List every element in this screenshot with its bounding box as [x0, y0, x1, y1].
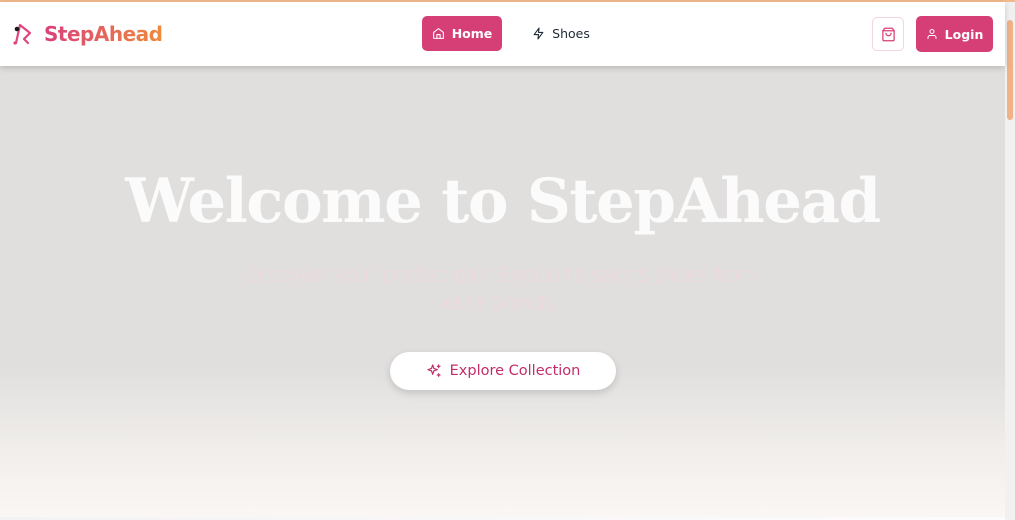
login-label: Login [944, 26, 984, 42]
home-icon [432, 28, 444, 39]
user-icon [927, 29, 937, 39]
sparkles-icon [427, 364, 441, 377]
hero-subtitle: Discover your perfect pair. Exquisite sp… [248, 265, 757, 314]
hero-section: Welcome to StepAhead Discover your perfe… [0, 66, 1005, 520]
nav-home-label: Home [451, 26, 493, 41]
shopping-bag-icon [881, 27, 895, 41]
brand-name: StepAhead [44, 22, 163, 46]
page-scrollbar[interactable] [1005, 2, 1015, 520]
scrollbar-thumb[interactable] [1007, 20, 1013, 120]
navbar: StepAhead Home Shoes Login [0, 2, 1005, 66]
login-button[interactable]: Login [916, 16, 993, 52]
nav-shoes-label: Shoes [552, 26, 590, 41]
footprint-logo-icon [13, 23, 32, 45]
explore-collection-label: Explore Collection [449, 363, 581, 379]
logo[interactable]: StepAhead [12, 21, 163, 47]
cart-button[interactable] [872, 17, 904, 51]
zap-icon [533, 27, 544, 40]
explore-collection-button[interactable]: Explore Collection [390, 352, 616, 390]
nav-shoes-button[interactable]: Shoes [526, 16, 596, 51]
hero-title: Welcome to StepAhead [125, 166, 881, 237]
nav-home-button[interactable]: Home [422, 16, 502, 51]
